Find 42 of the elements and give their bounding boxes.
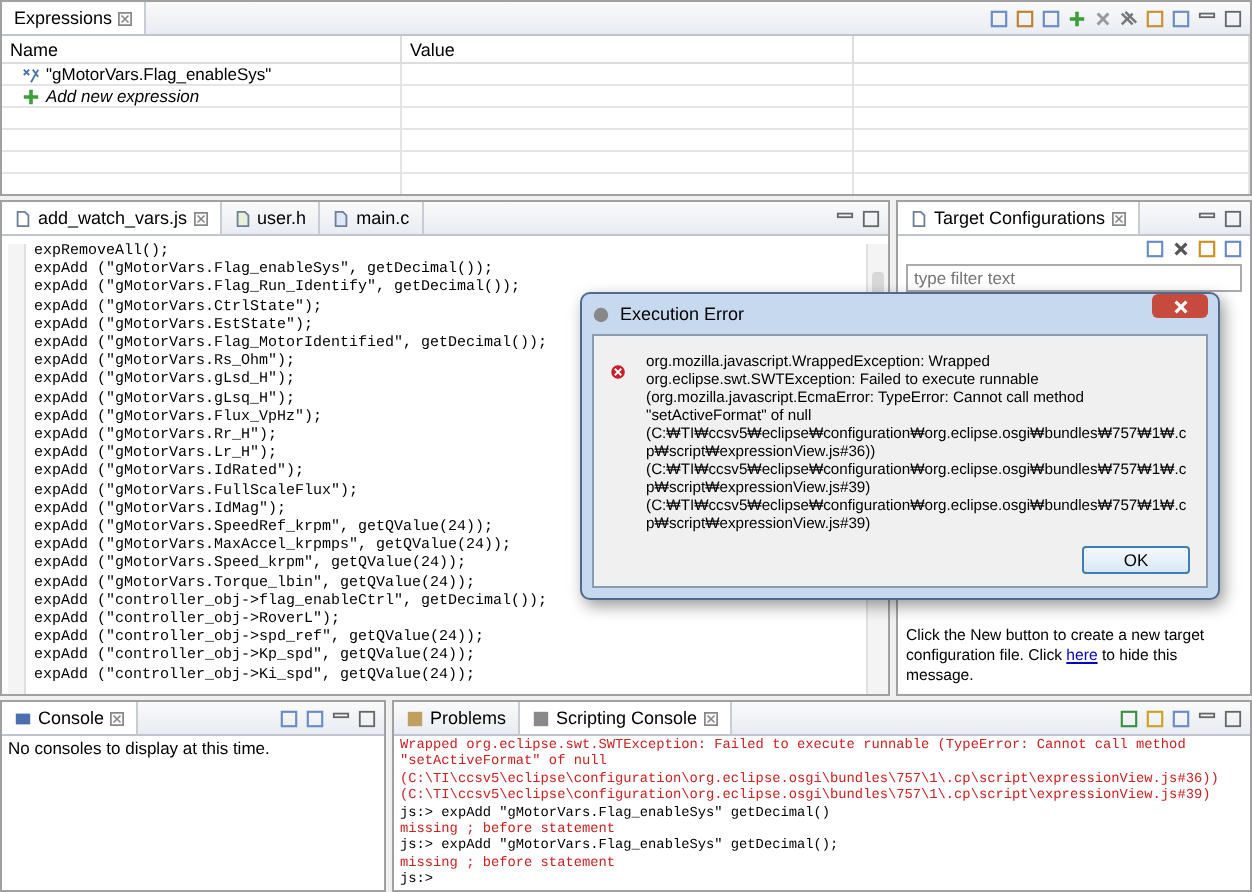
dialog-title: Execution Error — [620, 304, 745, 324]
dialog-icon — [592, 305, 610, 323]
problems-icon — [406, 709, 424, 727]
console-icon — [532, 709, 551, 727]
c-file-icon — [332, 209, 351, 227]
maximize-icon[interactable] — [358, 709, 376, 727]
toolbar-icon[interactable] — [1146, 240, 1164, 258]
add-icon — [22, 87, 40, 105]
expressions-tab[interactable]: Expressions — [2, 2, 147, 34]
remove-all-icon[interactable] — [1120, 9, 1138, 27]
target-configurations-tab[interactable]: Target Configurations — [898, 202, 1140, 234]
editor-tab[interactable]: user.h — [221, 202, 321, 234]
ok-button[interactable]: OK — [1082, 546, 1190, 574]
close-tab-icon[interactable] — [1111, 211, 1126, 225]
maximize-icon[interactable] — [1224, 209, 1242, 227]
editor-tab[interactable]: main.c — [320, 202, 424, 234]
close-icon — [1171, 297, 1189, 315]
maximize-icon[interactable] — [1224, 709, 1242, 727]
filter-field[interactable]: type filter text — [906, 264, 1242, 292]
close-tab-icon[interactable] — [703, 711, 718, 725]
column-header[interactable]: Value — [402, 36, 854, 64]
add-icon[interactable] — [1068, 9, 1086, 27]
header-file-icon — [233, 209, 252, 227]
variable-icon — [22, 65, 40, 83]
delete-icon[interactable] — [1172, 240, 1190, 258]
close-tab-icon[interactable] — [193, 211, 208, 225]
expression-cell[interactable]: "gMotorVars.Flag_enableSys" — [2, 64, 402, 86]
remove-icon[interactable] — [1094, 9, 1112, 27]
scripting-console-tab[interactable]: Scripting Console — [520, 702, 732, 734]
add-expression-cell[interactable]: Add new expression — [2, 86, 402, 108]
close-button[interactable] — [1152, 294, 1208, 318]
console-message: No consoles to display at this time. — [8, 738, 272, 758]
close-tab-icon[interactable] — [118, 11, 133, 25]
editor-tab[interactable]: add_watch_vars.js — [2, 202, 222, 234]
maximize-icon[interactable] — [862, 209, 880, 227]
close-tab-icon[interactable] — [110, 711, 125, 725]
column-header[interactable]: Name — [2, 36, 402, 64]
file-icon — [910, 209, 928, 227]
console-icon — [14, 709, 32, 727]
file-icon — [14, 209, 32, 227]
console-tab[interactable]: Console — [2, 702, 139, 734]
maximize-icon[interactable] — [1224, 9, 1242, 27]
